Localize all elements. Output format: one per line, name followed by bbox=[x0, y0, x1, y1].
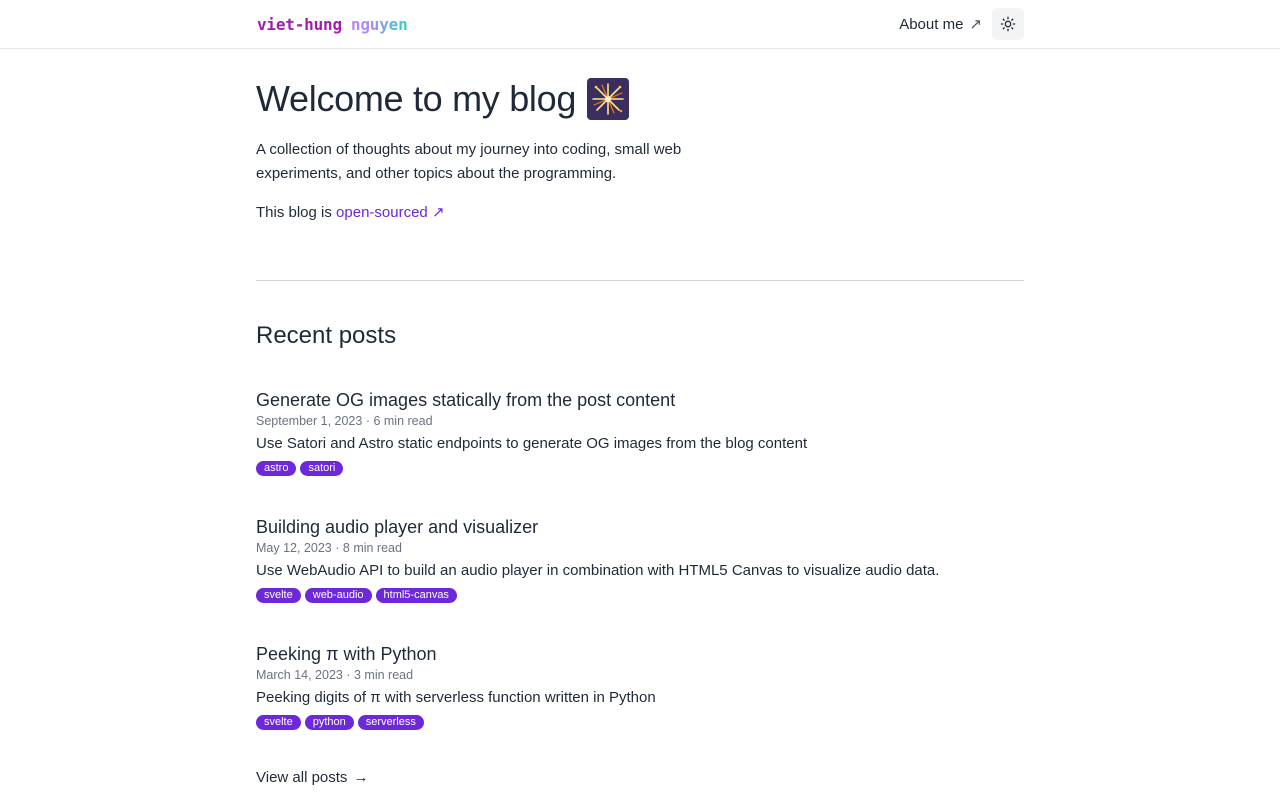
fireworks-icon bbox=[587, 78, 630, 120]
sun-icon bbox=[1000, 16, 1016, 32]
view-all-posts-link[interactable]: View all posts → bbox=[256, 767, 368, 789]
meta-separator: · bbox=[335, 541, 340, 555]
external-link-icon: ↗ bbox=[969, 16, 982, 33]
post-title-link[interactable]: Building audio player and visualizer bbox=[256, 515, 1024, 539]
post-item: Generate OG images statically from the p… bbox=[256, 388, 1024, 476]
tag-astro[interactable]: astro bbox=[256, 461, 297, 476]
external-link-icon: ↗ bbox=[431, 204, 445, 221]
header-inner: viet-hung nguyen About me ↗ bbox=[256, 0, 1024, 48]
post-description: Use Satori and Astro static endpoints to… bbox=[256, 435, 808, 452]
post-tags: astro satori bbox=[256, 461, 1024, 476]
arrow-right-icon: → bbox=[353, 769, 369, 786]
post-date: September 1, 2023 bbox=[256, 414, 363, 428]
post-read-time: 8 min read bbox=[342, 541, 402, 555]
intro-text: A collection of thoughts about my journe… bbox=[256, 141, 682, 182]
post-item: Peeking π with Python March 14, 2023 · 3… bbox=[256, 642, 1024, 730]
post-title-link[interactable]: Generate OG images statically from the p… bbox=[256, 388, 1024, 412]
post-date: May 12, 2023 bbox=[256, 541, 332, 555]
site-header: viet-hung nguyen About me ↗ bbox=[0, 0, 1280, 49]
post-read-time: 6 min read bbox=[373, 414, 433, 428]
open-sourced-label: open-sourced bbox=[336, 204, 428, 221]
fireworks-graphic bbox=[592, 83, 624, 115]
post-meta: September 1, 2023 · 6 min read bbox=[256, 412, 1024, 430]
site-logo[interactable]: viet-hung nguyen bbox=[257, 15, 408, 34]
top-nav: About me ↗ bbox=[899, 8, 1024, 40]
tag-html5-canvas[interactable]: html5-canvas bbox=[375, 588, 457, 603]
logo-last-name: nguyen bbox=[350, 14, 408, 34]
tag-web-audio[interactable]: web-audio bbox=[304, 588, 372, 603]
meta-separator: · bbox=[365, 414, 370, 428]
post-date: March 14, 2023 bbox=[256, 668, 343, 682]
logo-first-name: viet-hung bbox=[257, 14, 342, 34]
post-tags: svelte python serverless bbox=[256, 715, 1024, 730]
about-me-link[interactable]: About me ↗ bbox=[899, 15, 982, 34]
recent-posts-heading: Recent posts bbox=[256, 322, 397, 349]
post-meta: March 14, 2023 · 3 min read bbox=[256, 666, 1024, 684]
post-read-time: 3 min read bbox=[354, 668, 414, 682]
page-title-text: Welcome to my blog bbox=[256, 78, 577, 119]
section-divider bbox=[256, 280, 1024, 281]
view-all-label: View all posts bbox=[256, 769, 348, 786]
open-source-prefix: This blog is bbox=[256, 204, 332, 221]
meta-separator: · bbox=[346, 668, 351, 682]
post-meta: May 12, 2023 · 8 min read bbox=[256, 539, 1024, 557]
tag-serverless[interactable]: serverless bbox=[357, 715, 424, 730]
tag-svelte[interactable]: svelte bbox=[256, 588, 301, 603]
tag-satori[interactable]: satori bbox=[300, 461, 344, 476]
post-item: Building audio player and visualizer May… bbox=[256, 515, 1024, 603]
post-description: Peeking digits of π with serverless func… bbox=[256, 689, 656, 706]
page-title: Welcome to my blog bbox=[256, 78, 630, 120]
tag-python[interactable]: python bbox=[304, 715, 354, 730]
post-title-link[interactable]: Peeking π with Python bbox=[256, 642, 1024, 666]
open-sourced-link[interactable]: open-sourced ↗ bbox=[336, 204, 444, 221]
post-description: Use WebAudio API to build an audio playe… bbox=[256, 562, 940, 579]
post-tags: svelte web-audio html5-canvas bbox=[256, 588, 1024, 603]
about-me-label: About me bbox=[899, 15, 964, 33]
tag-svelte[interactable]: svelte bbox=[256, 715, 301, 730]
open-source-line: This blog is open-sourced ↗ bbox=[256, 202, 445, 224]
theme-toggle-button[interactable] bbox=[992, 8, 1024, 40]
